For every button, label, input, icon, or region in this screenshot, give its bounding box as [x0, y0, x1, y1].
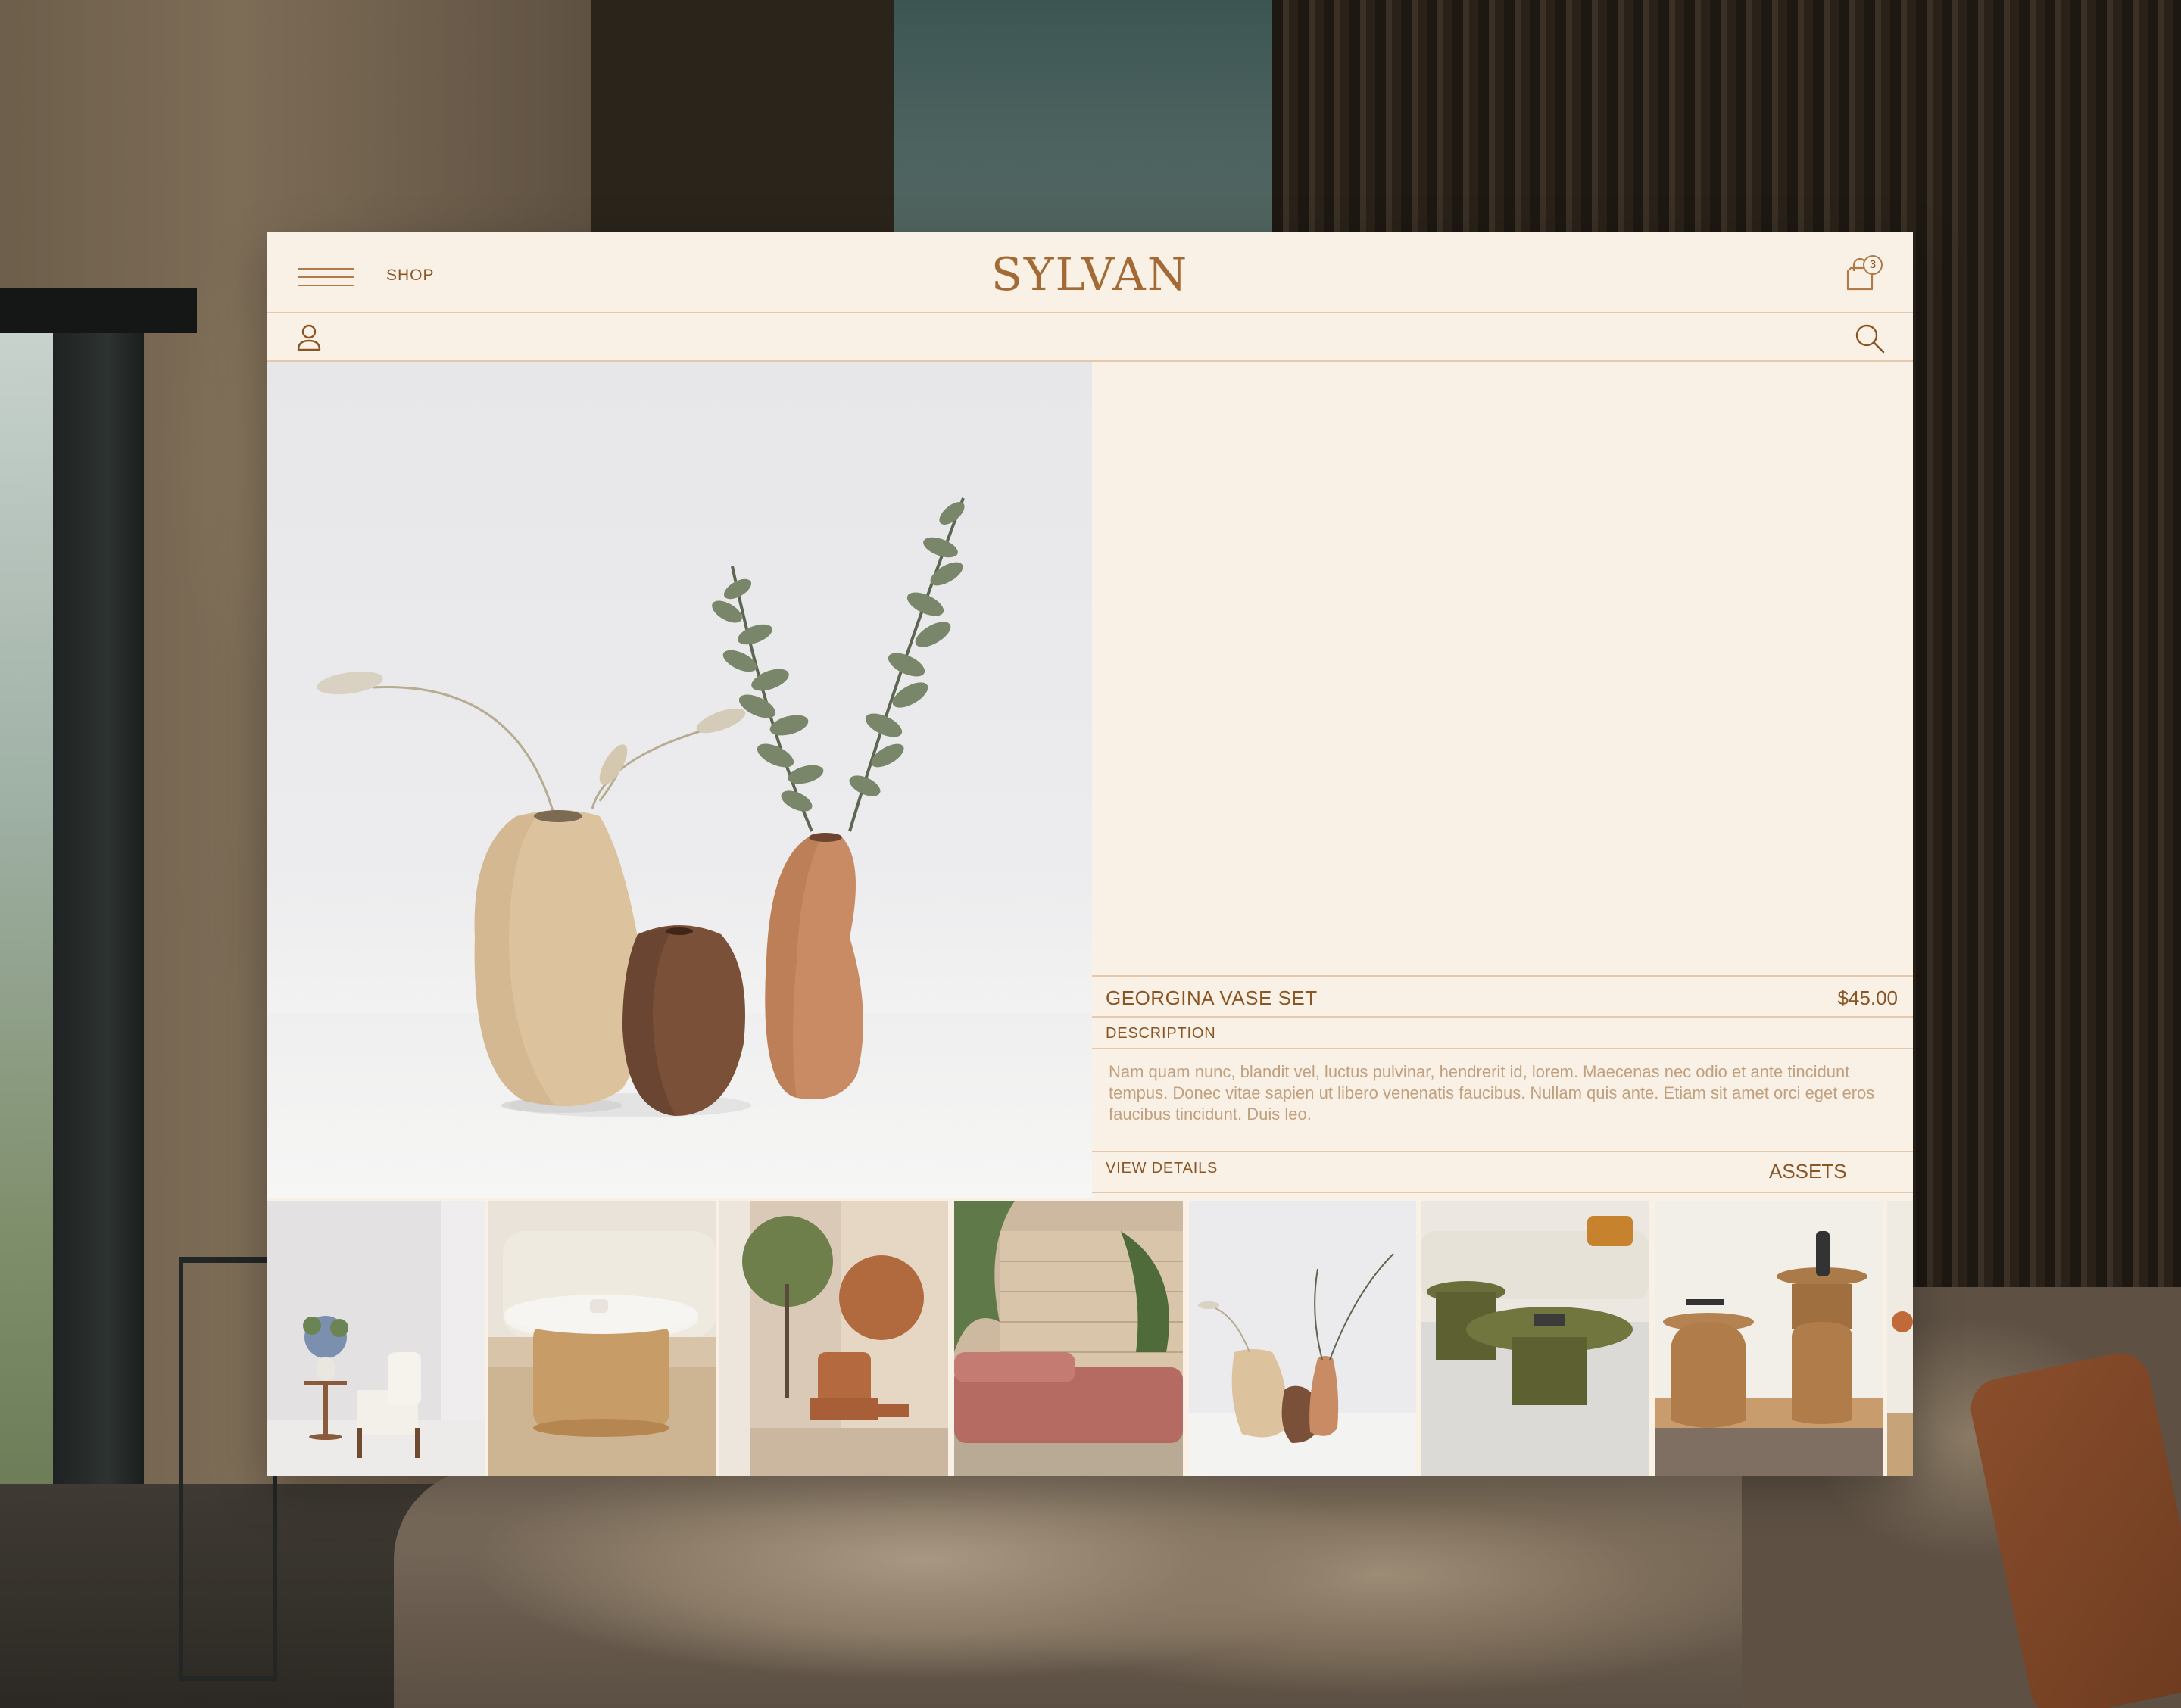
utility-bar	[267, 313, 1913, 362]
product-description: Nam quam nunc, blandit vel, luctus pulvi…	[1109, 1062, 1875, 1124]
description-heading: DESCRIPTION	[1106, 1025, 1216, 1042]
thumbnail-chair-flowers[interactable]	[267, 1201, 485, 1476]
teal-column	[894, 0, 1272, 242]
dark-wall	[591, 0, 894, 242]
hero-product-image	[267, 362, 1092, 1198]
thumbnail-partial[interactable]	[1887, 1201, 1913, 1476]
top-nav-bar: SHOP SYLVAN 3	[267, 232, 1913, 313]
search-icon[interactable]	[1854, 323, 1886, 354]
window-frame	[53, 288, 144, 1544]
shopping-bag-icon[interactable]: 3	[1843, 255, 1883, 295]
thumbnail-green-tables[interactable]	[1421, 1201, 1649, 1476]
product-name: GEORGINA VASE SET	[1106, 986, 1318, 1009]
cart-count-badge: 3	[1863, 255, 1883, 275]
description-header: DESCRIPTION	[1092, 1018, 1913, 1049]
thumbnail-strip	[267, 1201, 1913, 1476]
thumbnail-coffee-table[interactable]	[488, 1201, 716, 1476]
thumbnail-wood-side-tables[interactable]	[1655, 1201, 1883, 1476]
shop-window: SHOP SYLVAN 3 GEORGINA VASE SET $45.00 D…	[267, 232, 1913, 1476]
product-title-row: GEORGINA VASE SET $45.00	[1092, 975, 1913, 1018]
window	[0, 318, 53, 1529]
thumbnail-vase-set[interactable]	[1189, 1201, 1416, 1476]
metal-side-table	[179, 1257, 277, 1681]
brand-logo[interactable]: SYLVAN	[267, 248, 1913, 301]
user-icon[interactable]	[295, 323, 323, 353]
thumbnail-lounge-chair[interactable]	[719, 1201, 948, 1476]
assets-link[interactable]: ASSETS	[1769, 1160, 1847, 1183]
product-info-panel: GEORGINA VASE SET $45.00 DESCRIPTION Nam…	[1092, 362, 1913, 1198]
product-price: $45.00	[1837, 986, 1898, 1009]
thumbnail-pink-sofa[interactable]	[954, 1201, 1183, 1476]
window-blind	[0, 288, 197, 333]
view-details-link[interactable]: VIEW DETAILS	[1106, 1160, 1218, 1177]
